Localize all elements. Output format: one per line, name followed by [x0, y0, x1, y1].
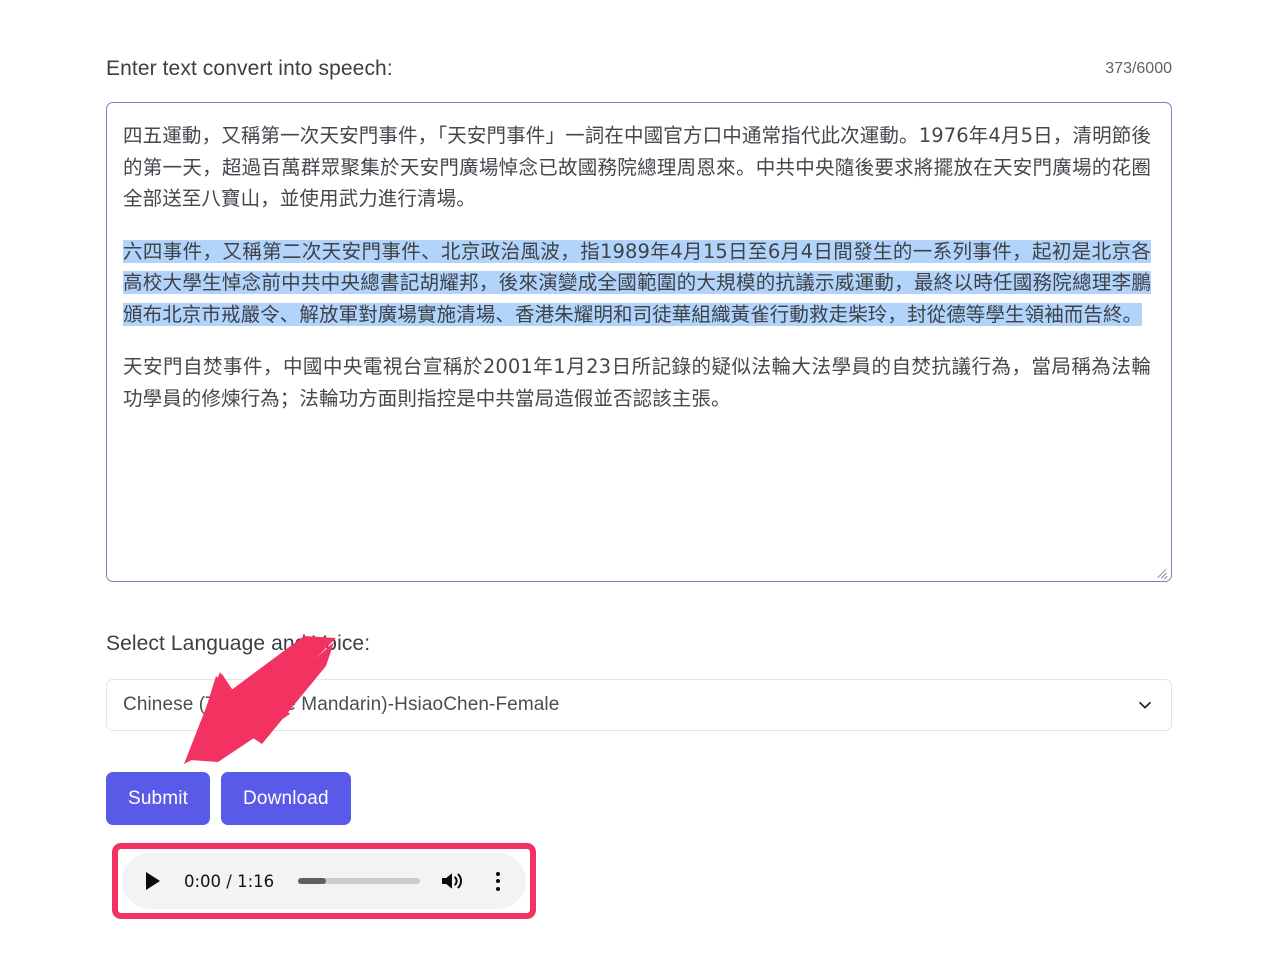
more-vertical-icon[interactable] — [488, 869, 508, 893]
tts-page: Enter text convert into speech: 373/6000… — [0, 0, 1280, 970]
voice-select[interactable]: Chinese (Taiwanese Mandarin)-HsiaoChen-F… — [106, 679, 1172, 731]
textarea-paragraph-3: 天安門自焚事件，中國中央電視台宣稱於2001年1月23日所記錄的疑似法輪大法學員… — [123, 355, 1151, 411]
volume-icon[interactable] — [440, 869, 466, 893]
audio-progress-slider[interactable] — [298, 878, 420, 884]
action-buttons: Submit Download — [106, 772, 351, 825]
play-icon[interactable] — [140, 868, 166, 894]
textarea-content[interactable]: 四五運動，又稱第一次天安門事件，「天安門事件」一詞在中國官方口中通常指代此次運動… — [107, 103, 1171, 581]
page-title: Enter text convert into speech: — [106, 57, 393, 80]
download-button[interactable]: Download — [221, 772, 351, 825]
textarea-paragraph-2-selected: 六四事件，又稱第二次天安門事件、北京政治風波，指1989年4月15日至6月4日間… — [123, 236, 1151, 331]
audio-time-display: 0:00 / 1:16 — [184, 871, 275, 891]
text-field-header: Enter text convert into speech: 373/6000 — [106, 57, 1172, 91]
speech-text-input[interactable]: 四五運動，又稱第一次天安門事件，「天安門事件」一詞在中國官方口中通常指代此次運動… — [106, 102, 1172, 582]
voice-select-value: Chinese (Taiwanese Mandarin)-HsiaoChen-F… — [123, 694, 560, 715]
selected-text-run: 六四事件，又稱第二次天安門事件、北京政治風波，指1989年4月15日至6月4日間… — [123, 239, 1151, 326]
resize-handle-icon[interactable] — [1153, 563, 1169, 580]
submit-button[interactable]: Submit — [106, 772, 211, 825]
chevron-down-icon — [1139, 701, 1151, 709]
audio-progress-fill — [298, 878, 327, 884]
audio-player[interactable]: 0:00 / 1:16 — [122, 853, 526, 909]
character-counter: 373/6000 — [1105, 60, 1172, 77]
textarea-paragraph-1: 四五運動，又稱第一次天安門事件，「天安門事件」一詞在中國官方口中通常指代此次運動… — [123, 124, 1151, 211]
voice-select-label: Select Language and Voice: — [106, 632, 371, 655]
